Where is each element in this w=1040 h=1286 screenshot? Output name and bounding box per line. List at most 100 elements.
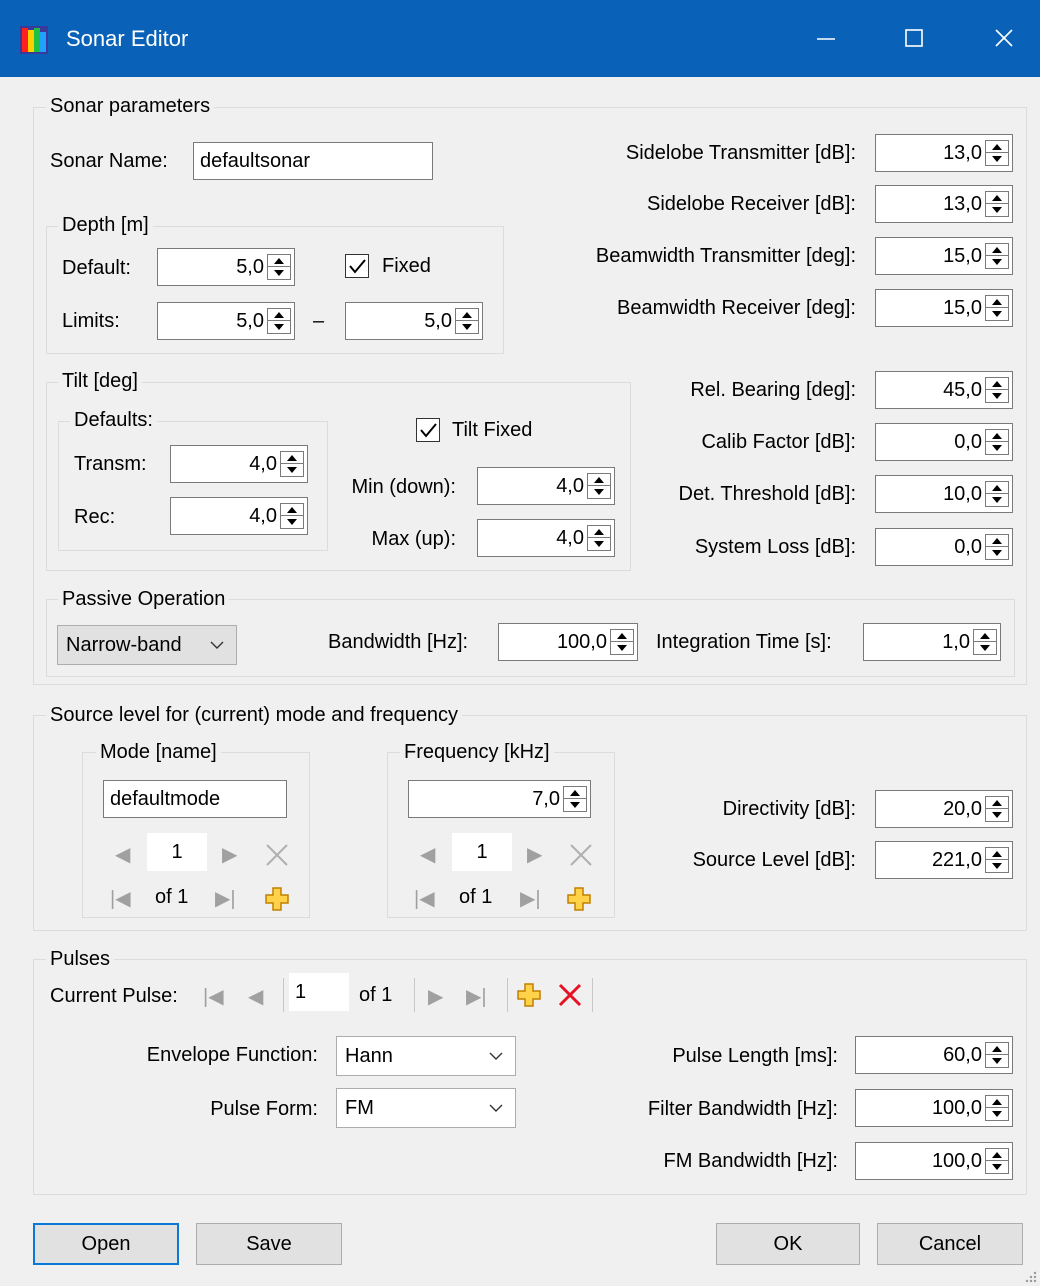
beamwidth-receiver-label: Beamwidth Receiver [deg]: [616, 297, 856, 319]
spin-arrows[interactable] [985, 243, 1009, 269]
beamwidth-receiver-spin[interactable]: 15,0 [875, 289, 1013, 327]
toolbar-separator [283, 978, 284, 1012]
maximize-icon [905, 29, 923, 47]
beamwidth-transmitter-spin[interactable]: 15,0 [875, 237, 1013, 275]
frequency-prev-button[interactable]: ◀ [420, 842, 435, 867]
pulse-form-select[interactable]: FM [336, 1088, 516, 1128]
frequency-next-button[interactable]: ▶ [527, 842, 542, 867]
det-threshold-label: Det. Threshold [dB]: [678, 483, 857, 505]
directivity-spin[interactable]: 20,0 [875, 790, 1013, 828]
pulse-position-input[interactable]: 1 [289, 973, 349, 1011]
passive-bandwidth-spin[interactable]: 100,0 [498, 623, 638, 661]
spin-arrows[interactable] [455, 308, 479, 334]
pulse-add-icon[interactable] [516, 982, 542, 1008]
fm-bandwidth-spin[interactable]: 100,0 [855, 1142, 1013, 1180]
fm-bandwidth-label: FM Bandwidth [Hz]: [663, 1150, 838, 1172]
frequency-spin[interactable]: 7,0 [408, 780, 591, 818]
calib-factor-spin[interactable]: 0,0 [875, 423, 1013, 461]
spin-arrows[interactable] [563, 786, 587, 812]
spin-arrows[interactable] [985, 796, 1009, 822]
spin-arrows[interactable] [985, 377, 1009, 403]
filter-bandwidth-label: Filter Bandwidth [Hz]: [647, 1098, 838, 1120]
sidelobe-receiver-label: Sidelobe Receiver [dB]: [646, 193, 856, 215]
tilt-rec-spin[interactable]: 4,0 [170, 497, 308, 535]
pulse-length-label: Pulse Length [ms]: [672, 1045, 838, 1067]
envelope-function-select[interactable]: Hann [336, 1036, 516, 1076]
tilt-group-title: Tilt [deg] [58, 370, 142, 393]
checkmark-icon [420, 423, 437, 438]
source-level-spin[interactable]: 221,0 [875, 841, 1013, 879]
spin-arrows[interactable] [985, 847, 1009, 873]
spin-arrows[interactable] [280, 503, 304, 529]
envelope-function-label: Envelope Function: [146, 1044, 318, 1066]
spin-arrows[interactable] [267, 308, 291, 334]
maximize-button[interactable] [884, 14, 944, 62]
minimize-button[interactable] [796, 14, 856, 62]
mode-last-button[interactable]: ▶| [215, 886, 236, 911]
frequency-count-label: of 1 [459, 886, 493, 908]
pulse-first-button[interactable]: |◀ [203, 984, 224, 1009]
mode-first-button[interactable]: |◀ [110, 886, 131, 911]
pulse-prev-button[interactable]: ◀ [248, 984, 263, 1009]
depth-limit-min-spin[interactable]: 5,0 [157, 302, 295, 340]
tilt-min-label: Min (down): [351, 476, 456, 498]
sidelobe-transmitter-spin[interactable]: 13,0 [875, 134, 1013, 172]
frequency-delete-icon[interactable] [568, 842, 594, 868]
system-loss-spin[interactable]: 0,0 [875, 528, 1013, 566]
mode-prev-button[interactable]: ◀ [115, 842, 130, 867]
depth-fixed-checkbox[interactable] [345, 254, 369, 278]
spin-arrows[interactable] [985, 1042, 1009, 1068]
open-button[interactable]: Open [33, 1223, 179, 1265]
save-button[interactable]: Save [196, 1223, 342, 1265]
rel-bearing-spin[interactable]: 45,0 [875, 371, 1013, 409]
tilt-rec-label: Rec: [74, 506, 116, 528]
spin-arrows[interactable] [985, 295, 1009, 321]
current-pulse-label: Current Pulse: [50, 985, 178, 1007]
pulse-last-button[interactable]: ▶| [466, 984, 487, 1009]
integration-time-spin[interactable]: 1,0 [863, 623, 1001, 661]
spin-arrows[interactable] [973, 629, 997, 655]
tilt-fixed-checkbox[interactable] [416, 418, 440, 442]
spin-arrows[interactable] [985, 1095, 1009, 1121]
tilt-transm-spin[interactable]: 4,0 [170, 445, 308, 483]
cancel-button[interactable]: Cancel [877, 1223, 1023, 1265]
spin-arrows[interactable] [985, 1148, 1009, 1174]
spin-arrows[interactable] [985, 534, 1009, 560]
pulse-next-button[interactable]: ▶ [428, 984, 443, 1009]
mode-count-label: of 1 [155, 886, 189, 908]
spin-arrows[interactable] [267, 254, 291, 280]
spin-arrows[interactable] [985, 429, 1009, 455]
spin-arrows[interactable] [280, 451, 304, 477]
ok-button[interactable]: OK [716, 1223, 860, 1265]
spin-arrows[interactable] [985, 191, 1009, 217]
depth-limit-max-spin[interactable]: 5,0 [345, 302, 483, 340]
pulse-delete-icon[interactable] [557, 982, 583, 1008]
frequency-first-button[interactable]: |◀ [414, 886, 435, 911]
mode-delete-icon[interactable] [264, 842, 290, 868]
filter-bandwidth-spin[interactable]: 100,0 [855, 1089, 1013, 1127]
frequency-position-input[interactable]: 1 [452, 833, 512, 871]
det-threshold-spin[interactable]: 10,0 [875, 475, 1013, 513]
frequency-add-icon[interactable] [566, 886, 592, 912]
depth-default-spin[interactable]: 5,0 [157, 248, 295, 286]
sonar-name-input[interactable]: defaultsonar [193, 142, 433, 180]
window-title: Sonar Editor [66, 26, 189, 51]
mode-name-input[interactable]: defaultmode [103, 780, 287, 818]
mode-next-button[interactable]: ▶ [222, 842, 237, 867]
mode-position-input[interactable]: 1 [147, 833, 207, 871]
resize-grip-icon[interactable] [1024, 1270, 1038, 1284]
spin-arrows[interactable] [610, 629, 634, 655]
integration-time-label: Integration Time [s]: [656, 631, 832, 653]
mode-add-icon[interactable] [264, 886, 290, 912]
tilt-fixed-label: Tilt Fixed [452, 419, 533, 441]
frequency-last-button[interactable]: ▶| [520, 886, 541, 911]
source-level-label: Source Level [dB]: [692, 849, 856, 871]
pulses-title: Pulses [46, 948, 115, 971]
spin-arrows[interactable] [985, 140, 1009, 166]
passive-mode-select[interactable]: Narrow-band [57, 625, 237, 665]
sidelobe-receiver-spin[interactable]: 13,0 [875, 185, 1013, 223]
pulse-length-spin[interactable]: 60,0 [855, 1036, 1013, 1074]
close-button[interactable] [974, 14, 1034, 62]
toolbar-separator [507, 978, 508, 1012]
spin-arrows[interactable] [985, 481, 1009, 507]
